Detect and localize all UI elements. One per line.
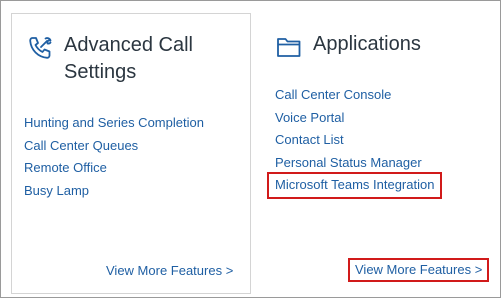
link-remote-office[interactable]: Remote Office [24, 157, 204, 180]
view-more-features-link[interactable]: View More Features > [106, 262, 233, 280]
link-list: Hunting and Series Completion Call Cente… [24, 112, 204, 202]
link-voice-portal[interactable]: Voice Portal [275, 107, 440, 130]
card-header: Advanced Call Settings [27, 32, 214, 86]
card-header: Applications [276, 31, 421, 60]
link-busy-lamp[interactable]: Busy Lamp [24, 180, 204, 203]
link-contact-list[interactable]: Contact List [275, 129, 440, 152]
advanced-call-settings-card: Advanced Call Settings Hunting and Serie… [11, 13, 251, 294]
card-title: Applications [313, 33, 421, 55]
link-call-center-queues[interactable]: Call Center Queues [24, 135, 204, 158]
link-microsoft-teams-integration[interactable]: Microsoft Teams Integration [266, 172, 443, 199]
folder-icon [276, 34, 302, 60]
link-hunting-series-completion[interactable]: Hunting and Series Completion [24, 112, 204, 135]
phone-wrench-icon [27, 35, 53, 61]
applications-card: Applications Call Center Console Voice P… [262, 13, 496, 292]
card-title: Advanced Call Settings [64, 34, 193, 83]
features-panel: Advanced Call Settings Hunting and Serie… [0, 0, 501, 298]
link-call-center-console[interactable]: Call Center Console [275, 84, 440, 107]
view-more-features-link[interactable]: View More Features > [347, 258, 490, 282]
link-personal-status-manager[interactable]: Personal Status Manager [275, 152, 440, 175]
link-list: Call Center Console Voice Portal Contact… [266, 84, 443, 199]
